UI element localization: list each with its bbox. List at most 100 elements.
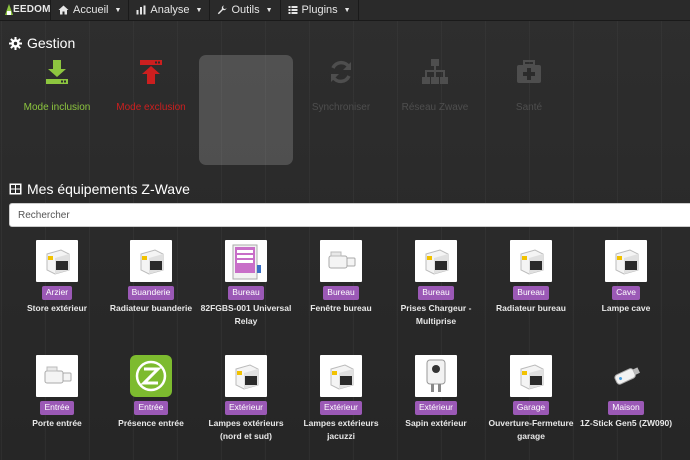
equipment-card[interactable]: Extérieur Sapin extérieur <box>387 355 485 430</box>
equipment-name: Ouverture-Fermeture garage <box>482 417 580 443</box>
equipment-name: Prises Chargeur - Multiprise <box>387 302 485 328</box>
equipment-name: 82FGBS-001 Universal Relay <box>197 302 295 328</box>
sante-button[interactable]: Santé <box>484 58 574 113</box>
equipment-card[interactable]: Garage Ouverture-Fermeture garage <box>482 355 580 443</box>
equipment-card[interactable]: Extérieur Lampes extérieurs (nord et sud) <box>197 355 295 443</box>
nav-analyse-label: Analyse <box>150 4 190 16</box>
equipment-name: Radiateur bureau <box>482 302 580 315</box>
equipment-image <box>36 240 78 282</box>
mode-exclusion-button[interactable]: Mode exclusion <box>106 58 196 113</box>
equipment-card[interactable]: Entrée Porte entrée <box>8 355 106 430</box>
sante-label: Santé <box>515 102 543 113</box>
presence-z-icon <box>130 355 172 397</box>
equipment-image <box>225 240 267 282</box>
caret-down-icon: ▼ <box>265 6 273 14</box>
room-badge: Garage <box>512 401 550 415</box>
usb-stick-icon <box>609 365 643 387</box>
equipment-card[interactable]: Bureau Prises Chargeur - Multiprise <box>387 240 485 328</box>
gestion-title: Gestion <box>9 35 75 51</box>
nav-outils[interactable]: Outils ▼ <box>209 0 279 20</box>
universal-sensor-box-icon <box>227 241 265 281</box>
synchroniser-button[interactable]: Synchroniser <box>296 58 386 113</box>
equipment-name: 1Z-Stick Gen5 (ZW090) <box>577 417 675 430</box>
equipment-name-line1: Radiateur buanderie <box>109 303 193 313</box>
nav-plugins-label: Plugins <box>301 4 338 16</box>
jeedom-logo[interactable]: EEDOM <box>0 0 50 20</box>
equipment-name-line1: Présence entrée <box>118 418 184 428</box>
nav-outils-label: Outils <box>231 4 260 16</box>
fibaro-module-icon <box>323 359 359 393</box>
equipment-name-line1: Radiateur bureau <box>496 303 566 313</box>
equipment-name-line2: Relay <box>234 316 258 326</box>
equipment-image <box>605 355 647 397</box>
nav-plugins[interactable]: Plugins ▼ <box>279 0 359 20</box>
bar-chart-icon <box>136 5 146 15</box>
equipment-image <box>415 240 457 282</box>
fibaro-module-icon <box>228 359 264 393</box>
reseau-zwave-button[interactable]: Réseau Zwave <box>390 58 480 113</box>
equipment-card[interactable]: Extérieur Lampes extérieurs jacuzzi <box>292 355 390 443</box>
equipments-title-text: Mes équipements Z-Wave <box>27 181 190 197</box>
nav-accueil-label: Accueil <box>73 4 109 16</box>
equipment-name: Lampes extérieurs jacuzzi <box>292 417 390 443</box>
equipment-card[interactable]: Buanderie Radiateur buanderie <box>102 240 200 315</box>
equipment-name-line1: Lampe cave <box>601 303 651 313</box>
room-badge: Maison <box>608 401 644 415</box>
mode-inclusion-button[interactable]: Mode inclusion <box>12 58 102 113</box>
fibaro-module-icon <box>39 244 75 278</box>
table-icon <box>9 183 22 195</box>
equipment-name-line1: Prises Chargeur - <box>400 303 472 313</box>
fibaro-module-icon <box>418 244 454 278</box>
equipment-name: Porte entrée <box>8 417 106 430</box>
medkit-icon <box>517 60 541 83</box>
equipment-name: Lampes extérieurs (nord et sud) <box>197 417 295 443</box>
mode-inclusion-label: Mode inclusion <box>23 102 91 113</box>
equipment-image <box>225 355 267 397</box>
equipment-name-line1: 82FGBS-001 Universal <box>200 303 292 313</box>
equipment-name: Store extérieur <box>8 302 106 315</box>
equipment-name-line2: garage <box>517 431 545 441</box>
room-badge: Buanderie <box>127 286 175 300</box>
room-badge: Extérieur <box>319 401 362 415</box>
equipment-card[interactable]: Arzier Store extérieur <box>8 240 106 315</box>
fibaro-module-icon <box>513 244 549 278</box>
equipment-card[interactable]: Bureau 82FGBS-001 Universal Relay <box>197 240 295 328</box>
equipment-card[interactable]: Cave Lampe cave <box>577 240 675 315</box>
room-badge: Bureau <box>418 286 454 300</box>
door-sensor-icon <box>39 361 75 391</box>
equipment-image <box>510 240 552 282</box>
top-navbar: EEDOM Accueil ▼ Analyse ▼ Outils ▼ Plugi… <box>0 0 690 21</box>
equipment-image <box>130 355 172 397</box>
equipment-name-line1: Lampes extérieurs <box>303 418 379 428</box>
equipment-card[interactable]: Maison 1Z-Stick Gen5 (ZW090) <box>577 355 675 430</box>
gear-icon <box>9 36 22 50</box>
equipment-name: Radiateur buanderie <box>102 302 200 315</box>
equipment-image <box>320 355 362 397</box>
disabled-action-overlay <box>199 55 293 165</box>
fibaro-module-icon <box>513 359 549 393</box>
equipment-name-line1: Porte entrée <box>32 418 82 428</box>
caret-down-icon: ▼ <box>195 6 203 14</box>
fibaro-module-icon <box>608 244 644 278</box>
equipment-image <box>415 355 457 397</box>
search-input[interactable] <box>9 203 690 227</box>
wrench-icon <box>218 5 227 15</box>
equipment-name-line1: Sapin extérieur <box>405 418 467 428</box>
room-badge: Entrée <box>40 401 74 415</box>
nav-analyse[interactable]: Analyse ▼ <box>128 0 209 20</box>
equipment-card[interactable]: Entrée Présence entrée <box>102 355 200 430</box>
synchroniser-label: Synchroniser <box>311 102 371 113</box>
upload-icon <box>140 60 162 84</box>
equipment-card[interactable]: Bureau Radiateur bureau <box>482 240 580 315</box>
equipment-card[interactable]: Bureau Fenêtre bureau <box>292 240 390 315</box>
nav-accueil[interactable]: Accueil ▼ <box>50 0 128 20</box>
equipment-image <box>510 355 552 397</box>
equipment-name: Lampe cave <box>577 302 675 315</box>
room-badge: Bureau <box>228 286 264 300</box>
list-icon <box>288 6 298 14</box>
equipment-name-line2: Multiprise <box>415 316 457 326</box>
equipment-name: Présence entrée <box>102 417 200 430</box>
equipments-title: Mes équipements Z-Wave <box>9 181 190 197</box>
equipment-image <box>605 240 647 282</box>
equipment-name-line2: jacuzzi <box>327 431 355 441</box>
